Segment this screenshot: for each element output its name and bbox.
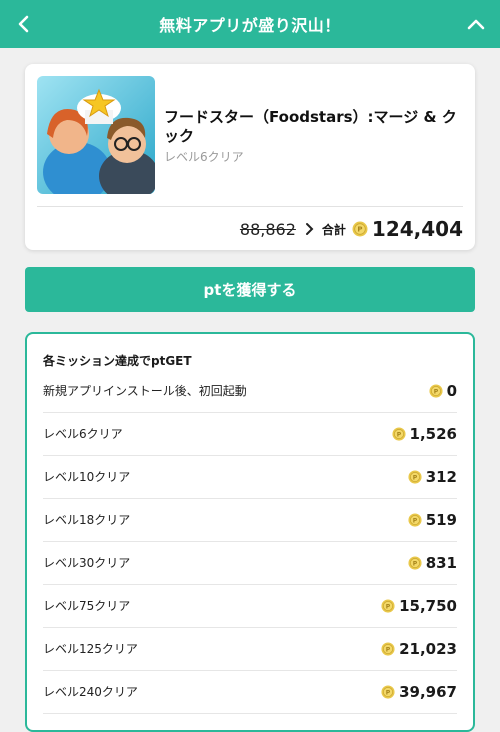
mission-points: 39,967 — [399, 682, 457, 701]
coin-icon: P — [352, 221, 368, 237]
coin-icon: P — [408, 512, 422, 527]
collapse-button[interactable] — [452, 0, 500, 48]
total-points: 124,404 — [371, 217, 463, 241]
mission-label: 新規アプリインストール後、初回起動 — [43, 384, 247, 398]
mission-row: レベル10クリア P 312 — [43, 455, 457, 499]
mission-row: レベル30クリア P 831 — [43, 541, 457, 585]
chevron-left-icon — [18, 15, 29, 33]
page-title: 無料アプリが盛り沢山！ — [159, 16, 341, 35]
svg-text:P: P — [412, 560, 417, 567]
missions-title: 各ミッション達成でptGET — [43, 354, 192, 368]
svg-text:P: P — [433, 388, 438, 395]
mission-points: 1,526 — [409, 424, 457, 443]
coin-icon: P — [391, 426, 406, 441]
coin-icon: P — [408, 469, 422, 484]
mission-points: 15,750 — [399, 596, 457, 615]
svg-text:P: P — [357, 226, 362, 234]
app-status: レベル6クリア — [164, 150, 244, 164]
back-button[interactable] — [0, 0, 48, 48]
svg-text:P: P — [386, 689, 391, 696]
mission-label: レベル10クリア — [43, 470, 131, 484]
svg-text:P: P — [386, 603, 391, 610]
mission-row: レベル240クリア P 39,967 — [43, 670, 457, 714]
app-name: フードスター（Foodstars）:マージ & クック — [164, 108, 457, 145]
mission-points: 21,023 — [399, 639, 457, 658]
get-points-button[interactable]: ptを獲得する — [25, 267, 475, 312]
mission-points: 312 — [425, 467, 457, 486]
mission-points: 831 — [425, 553, 457, 572]
mission-label: レベル18クリア — [43, 513, 131, 527]
points-summary: 88,862 合計 P 124,404 — [240, 216, 463, 242]
mission-points: 519 — [425, 510, 457, 529]
divider — [37, 206, 463, 207]
chevron-right-icon — [304, 222, 314, 236]
mission-row: レベル125クリア P 21,023 — [43, 627, 457, 671]
app-icon-image — [37, 76, 155, 194]
mission-label: レベル240クリア — [43, 685, 138, 699]
coin-icon: P — [429, 383, 443, 398]
mission-row: レベル75クリア P 15,750 — [43, 584, 457, 628]
coin-icon: P — [408, 555, 422, 570]
coin-icon: P — [381, 598, 395, 613]
svg-text:P: P — [386, 646, 391, 653]
top-bar: 無料アプリが盛り沢山！ — [0, 0, 500, 48]
mission-row: レベル6クリア P 1,526 — [43, 412, 457, 456]
mission-label: レベル75クリア — [43, 599, 131, 613]
svg-text:P: P — [412, 474, 417, 481]
mission-row: レベル18クリア P 519 — [43, 498, 457, 542]
coin-icon: P — [381, 641, 395, 656]
svg-text:P: P — [412, 517, 417, 524]
mission-label: レベル125クリア — [43, 642, 138, 656]
app-card: フードスター（Foodstars）:マージ & クック レベル6クリア 88,8… — [25, 64, 475, 250]
mission-row: 新規アプリインストール後、初回起動 P 0 — [43, 369, 457, 413]
mission-label: レベル30クリア — [43, 556, 131, 570]
mission-label: レベル6クリア — [43, 427, 123, 441]
total-label: 合計 — [321, 222, 346, 237]
svg-text:P: P — [396, 431, 401, 438]
missions-panel: 各ミッション達成でptGET 新規アプリインストール後、初回起動 P 0 レベル6… — [25, 332, 475, 732]
mission-points: 0 — [446, 381, 457, 400]
chevron-up-icon — [467, 19, 485, 30]
old-points: 88,862 — [239, 219, 296, 239]
coin-icon: P — [381, 684, 395, 699]
